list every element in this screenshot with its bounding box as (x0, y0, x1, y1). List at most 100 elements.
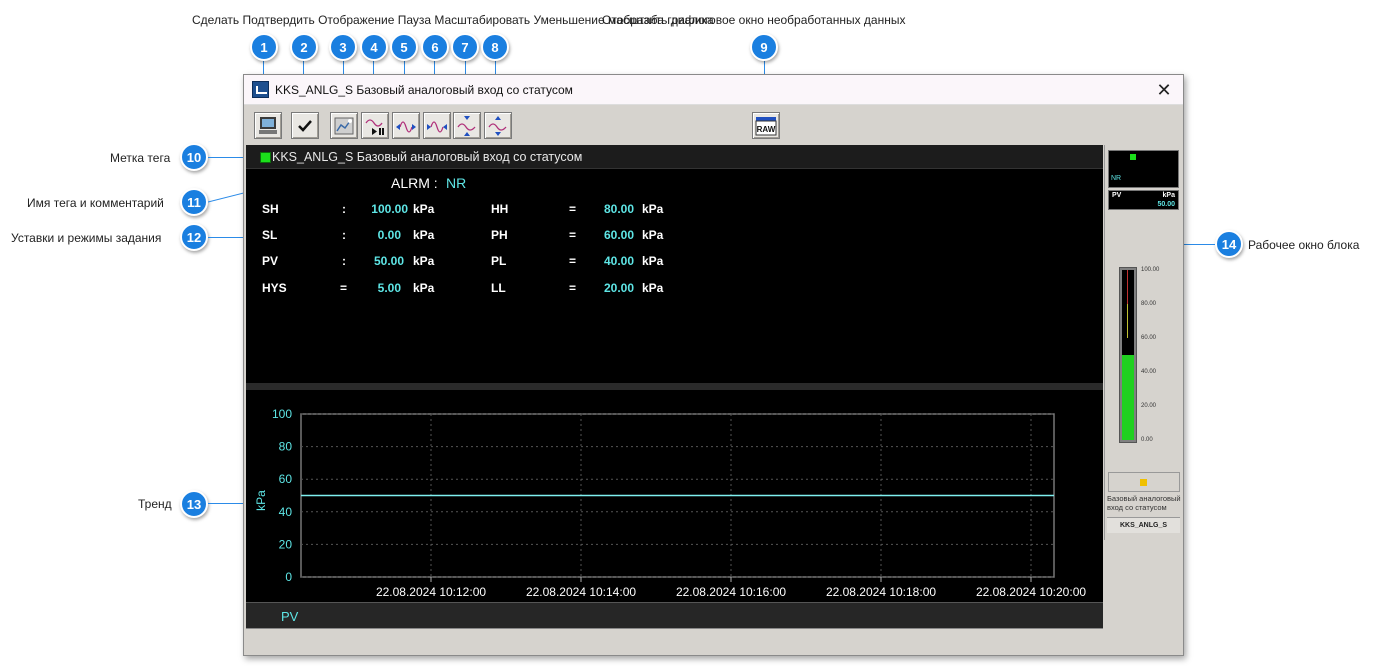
param-unit: kPa (642, 281, 664, 295)
screenshot-button[interactable] (254, 112, 282, 139)
computer-icon (259, 117, 277, 134)
param-unit: kPa (413, 202, 435, 216)
block-faceplate[interactable]: NR PV kPa 50.00 100.00 80.00 60.00 40.00… (1104, 145, 1183, 540)
callout-2: 2 (290, 33, 318, 61)
scale-tick: 80.00 (1141, 301, 1157, 307)
faceplate-alarm-text: NR (1111, 175, 1122, 182)
trend-chart[interactable]: 100 80 60 40 20 0 22.08.2024 10:12:00 22.08.202… (246, 390, 1103, 602)
zoom-in-horizontal-button[interactable] (392, 112, 420, 139)
trend-zoom-in-vertical-icon (457, 116, 476, 136)
param-name: PH (491, 228, 508, 242)
tag-name: KKS_ANLG_S Базовый аналоговый вход со ст… (272, 150, 583, 164)
param-name: SL (262, 228, 278, 242)
status-bar (246, 628, 1103, 655)
param-name: LL (491, 281, 506, 295)
toolbar: RAW (244, 106, 1183, 144)
y-tick-label: 40 (279, 505, 293, 519)
trend-zoom-out-vertical-icon (488, 116, 507, 136)
param-unit: kPa (642, 202, 664, 216)
app-icon (252, 81, 269, 98)
y-tick-label: 100 (272, 407, 292, 421)
y-axis-label: kPa (254, 490, 268, 511)
param-name: HYS (262, 281, 287, 295)
callout-12: 12 (180, 223, 208, 251)
param-unit: kPa (642, 254, 664, 268)
callout-9: 9 (750, 33, 778, 61)
callout-4: 4 (360, 33, 388, 61)
zoom-out-vertical-button[interactable] (484, 112, 512, 139)
faceplate-status-led (1130, 154, 1136, 160)
y-tick-label: 20 (279, 537, 293, 551)
checkmark-icon (298, 120, 312, 132)
scale-tick: 40.00 (1141, 369, 1157, 375)
param-value[interactable]: 100.00 (348, 202, 408, 216)
param-value[interactable]: 0.00 (341, 228, 401, 242)
callout-6: 6 (421, 33, 449, 61)
setpoints-panel: ALRM : NR SH : 100.00 kPa SL : 0.00 kPa … (246, 169, 1103, 381)
trend-panel[interactable]: 100 80 60 40 20 0 22.08.2024 10:12:00 22.08.202… (246, 390, 1103, 602)
pause-button[interactable] (361, 112, 389, 139)
legend-item-pv[interactable]: PV (281, 609, 298, 624)
faceplate-bargraph (1119, 267, 1137, 443)
zoom-in-vertical-button[interactable] (453, 112, 481, 139)
faceplate-pv-value: 50.00 (1157, 201, 1175, 208)
trend-zoom-out-horizontal-icon (427, 121, 447, 133)
window-title: KKS_ANLG_S Базовый аналоговый вход со ст… (275, 83, 573, 97)
param-sep: : (342, 202, 346, 216)
callout-10: 10 (180, 143, 208, 171)
y-tick-label: 60 (279, 472, 293, 486)
y-tick-label: 0 (285, 570, 292, 584)
faceplate-status-indicator (1108, 472, 1180, 492)
x-tick-label: 22.08.2024 10:20:00 (976, 585, 1086, 599)
annotation-raw-dialog: Отобразить диалоговое окно необработанны… (602, 13, 906, 27)
param-value[interactable]: 80.00 (574, 202, 634, 216)
title-bar[interactable]: KKS_ANLG_S Базовый аналоговый вход со ст… (244, 75, 1183, 105)
param-name: HH (491, 202, 509, 216)
trend-legend: PV (246, 602, 1103, 628)
raw-data-button[interactable]: RAW (752, 112, 780, 139)
bargraph-track (1122, 270, 1134, 440)
callout-1: 1 (250, 33, 278, 61)
param-unit: kPa (413, 228, 435, 242)
block-window: KKS_ANLG_S Базовый аналоговый вход со ст… (243, 74, 1184, 656)
annotation-tag-name: Имя тега и комментарий (27, 196, 164, 210)
y-tick-label: 80 (279, 440, 293, 454)
param-value[interactable]: 60.00 (574, 228, 634, 242)
faceplate-tag: KKS_ANLG_S (1107, 517, 1180, 533)
param-value[interactable]: 20.00 (574, 281, 634, 295)
callout-3: 3 (329, 33, 357, 61)
raw-label: RAW (757, 125, 776, 134)
scale-tick: 100.00 (1141, 267, 1160, 273)
param-name: PV (262, 254, 279, 268)
acknowledge-button[interactable] (291, 112, 319, 139)
trend-pause-icon (365, 119, 384, 135)
faceplate-pv-label: PV (1112, 192, 1122, 199)
zoom-out-horizontal-button[interactable] (423, 112, 451, 139)
param-unit: kPa (413, 254, 435, 268)
param-value[interactable]: 40.00 (574, 254, 634, 268)
faceplate-alarm-screen: NR (1108, 150, 1179, 188)
faceplate-pv-box: PV kPa 50.00 (1108, 190, 1179, 210)
annotation-block-window: Рабочее окно блока (1248, 238, 1360, 252)
tag-marker (260, 152, 271, 163)
param-value[interactable]: 5.00 (341, 281, 401, 295)
chart-settings-button[interactable] (330, 112, 358, 139)
close-button[interactable]: ✕ (1153, 79, 1175, 101)
bargraph-h-zone (1127, 304, 1128, 338)
callout-8: 8 (481, 33, 509, 61)
callout-11: 11 (180, 188, 208, 216)
callout-14: 14 (1215, 230, 1243, 258)
bargraph-fill (1122, 355, 1134, 440)
scale-tick: 60.00 (1141, 335, 1157, 341)
x-tick-label: 22.08.2024 10:18:00 (826, 585, 936, 599)
x-tick-label: 22.08.2024 10:14:00 (526, 585, 636, 599)
callout-13: 13 (180, 490, 208, 518)
x-tick-label: 22.08.2024 10:12:00 (376, 585, 486, 599)
scale-tick: 20.00 (1141, 403, 1157, 409)
panel-divider (246, 383, 1103, 390)
tag-header: KKS_ANLG_S Базовый аналоговый вход со ст… (246, 145, 1103, 169)
param-unit: kPa (413, 281, 435, 295)
faceplate-unit: kPa (1162, 192, 1175, 199)
trend-zoom-in-horizontal-icon (396, 121, 416, 133)
scale-tick: 0.00 (1141, 437, 1153, 443)
